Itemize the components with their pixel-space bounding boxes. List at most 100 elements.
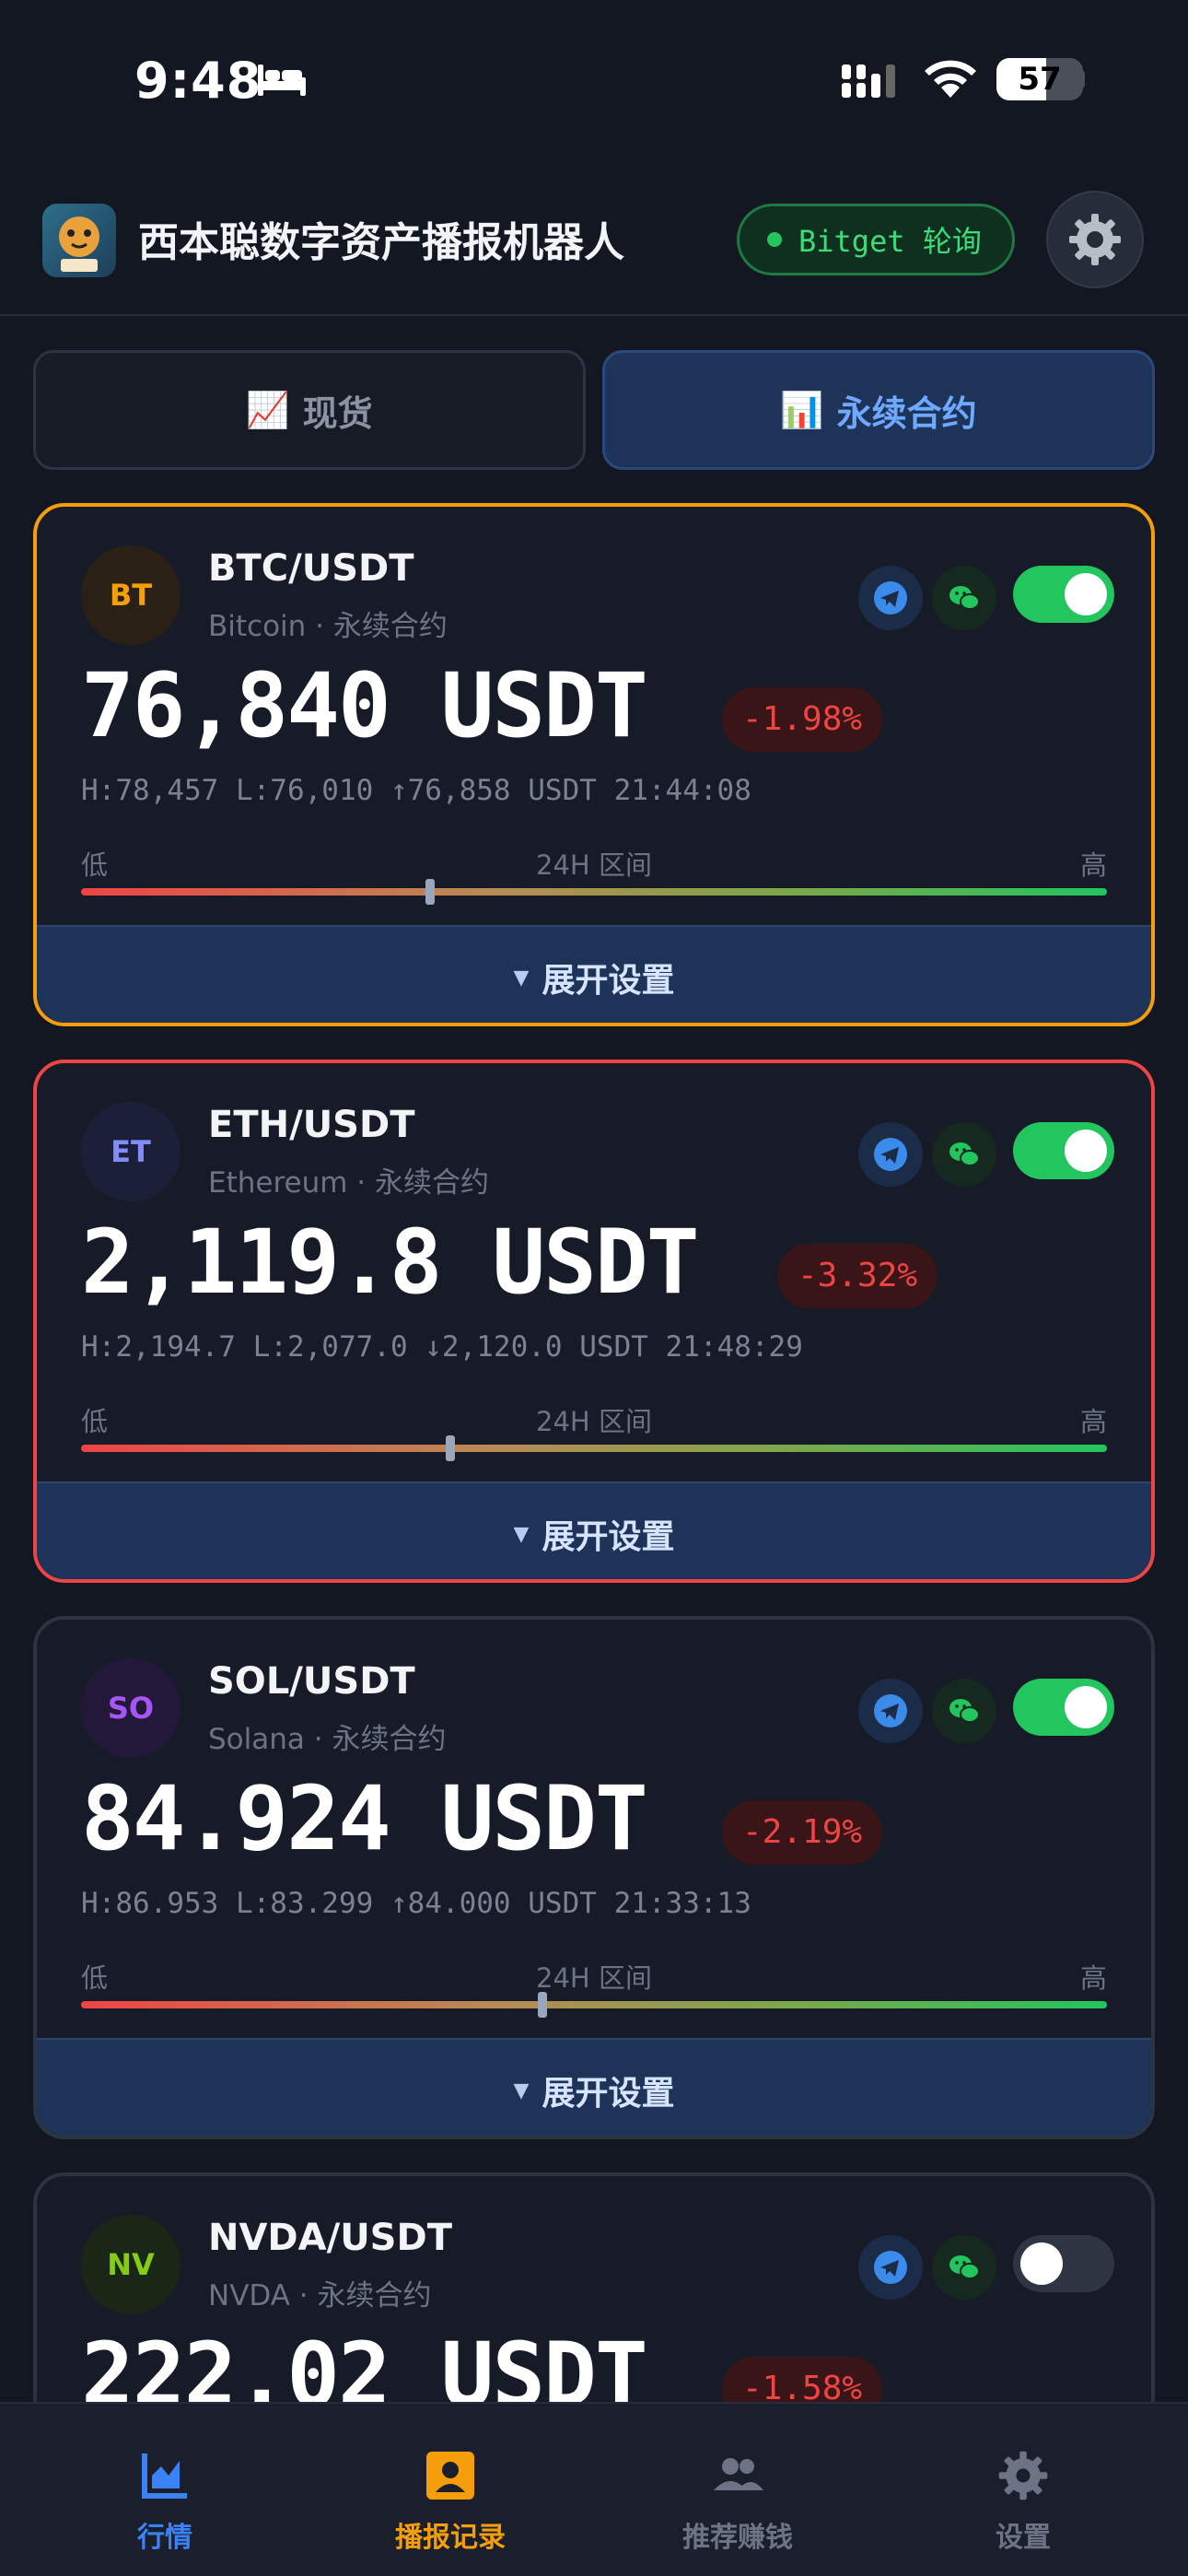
enable-toggle[interactable] bbox=[1013, 2235, 1114, 2292]
sleep-focus-icon bbox=[258, 64, 306, 96]
enable-toggle[interactable] bbox=[1013, 566, 1114, 623]
nav-broadcast-log[interactable]: 播报记录 bbox=[335, 2404, 565, 2576]
range-marker bbox=[425, 879, 435, 905]
coin-icon: SO bbox=[81, 1658, 181, 1758]
telegram-icon[interactable] bbox=[858, 2235, 923, 2300]
change-badge: -2.19% bbox=[722, 1800, 883, 1865]
range-title: 24H 区间 bbox=[536, 1406, 652, 1437]
enable-toggle[interactable] bbox=[1013, 1679, 1114, 1736]
bar-chart-icon: 📊 bbox=[780, 389, 824, 430]
toggle-knob bbox=[1065, 1686, 1107, 1728]
price: 76,840 USDT bbox=[81, 654, 648, 757]
battery-indicator: 57 bbox=[996, 58, 1083, 100]
range-bar bbox=[81, 1445, 1107, 1452]
pair-subtitle: Bitcoin · 永续合约 bbox=[208, 610, 448, 643]
price: 2,119.8 USDT bbox=[81, 1211, 700, 1314]
battery-cap bbox=[1077, 70, 1085, 88]
battery-percentage: 57 bbox=[1018, 61, 1062, 98]
nav-label: 设置 bbox=[996, 2522, 1051, 2554]
wechat-icon[interactable] bbox=[932, 1679, 996, 1743]
pair-name: NVDA/USDT bbox=[208, 2217, 452, 2259]
tab-label: 现货 bbox=[302, 392, 373, 434]
telegram-icon[interactable] bbox=[858, 566, 923, 630]
toggle-knob bbox=[1065, 1130, 1107, 1172]
pair-name: SOL/USDT bbox=[208, 1660, 415, 1703]
triangle-down-icon: ▼ bbox=[513, 1522, 530, 1546]
wechat-icon[interactable] bbox=[932, 566, 996, 630]
wifi-icon bbox=[925, 60, 976, 98]
gear-icon bbox=[1069, 214, 1121, 265]
ticker-card-sol[interactable]: SO SOL/USDT Solana · 永续合约 84.924 USDT -2… bbox=[33, 1616, 1155, 2139]
coin-icon: ET bbox=[81, 1102, 181, 1201]
nav-label: 播报记录 bbox=[395, 2522, 506, 2554]
price-stats: H:2,194.7 L:2,077.0 ↓2,120.0 USDT 21:48:… bbox=[81, 1330, 803, 1364]
expand-label: 展开设置 bbox=[542, 2075, 675, 2113]
bottom-nav: 行情 播报记录 推荐赚钱 设置 bbox=[0, 2402, 1188, 2576]
telegram-glyph-icon bbox=[874, 1138, 907, 1171]
telegram-glyph-icon bbox=[874, 1694, 907, 1727]
expand-settings-button[interactable]: ▼ 展开设置 bbox=[37, 2038, 1151, 2136]
badge-label: Bitget 轮询 bbox=[798, 224, 982, 259]
price-stats: H:78,457 L:76,010 ↑76,858 USDT 21:44:08 bbox=[81, 774, 751, 807]
range-high-label: 高 bbox=[1079, 849, 1107, 881]
nav-label: 行情 bbox=[137, 2522, 192, 2554]
telegram-glyph-icon bbox=[874, 2251, 907, 2284]
nav-market[interactable]: 行情 bbox=[50, 2404, 280, 2576]
telegram-icon[interactable] bbox=[858, 1122, 923, 1187]
coin-icon: BT bbox=[81, 545, 181, 645]
change-badge: -3.32% bbox=[777, 1244, 938, 1308]
chart-icon bbox=[142, 2453, 187, 2499]
tab-label: 永续合约 bbox=[836, 392, 977, 434]
tab-spot[interactable]: 📈 现货 bbox=[33, 350, 586, 470]
range-marker bbox=[538, 1992, 548, 2018]
range-marker bbox=[446, 1435, 456, 1461]
status-bar: 9:48 57 bbox=[0, 0, 1188, 161]
triangle-down-icon: ▼ bbox=[513, 966, 530, 989]
expand-settings-button[interactable]: ▼ 展开设置 bbox=[37, 925, 1151, 1023]
gear-icon bbox=[998, 2451, 1048, 2500]
wechat-glyph-icon bbox=[949, 1142, 980, 1166]
live-dot-icon bbox=[767, 232, 782, 247]
people-icon bbox=[714, 2458, 763, 2490]
triangle-down-icon: ▼ bbox=[513, 2078, 530, 2102]
ticker-card-eth[interactable]: ET ETH/USDT Ethereum · 永续合约 2,119.8 USDT… bbox=[33, 1060, 1155, 1583]
tab-perpetual[interactable]: 📊 永续合约 bbox=[602, 350, 1155, 470]
price: 84.924 USDT bbox=[81, 1767, 648, 1870]
nav-label: 推荐赚钱 bbox=[682, 2522, 793, 2554]
expand-label: 展开设置 bbox=[542, 1518, 675, 1556]
wechat-glyph-icon bbox=[949, 1699, 980, 1723]
enable-toggle[interactable] bbox=[1013, 1122, 1114, 1179]
nav-settings[interactable]: 设置 bbox=[908, 2404, 1138, 2576]
header-settings-button[interactable] bbox=[1046, 191, 1144, 288]
pair-name: ETH/USDT bbox=[208, 1104, 415, 1146]
chart-up-icon: 📈 bbox=[246, 389, 290, 430]
range-bar bbox=[81, 888, 1107, 896]
pair-name: BTC/USDT bbox=[208, 547, 414, 590]
pair-subtitle: Ethereum · 永续合约 bbox=[208, 1166, 490, 1200]
pair-subtitle: Solana · 永续合约 bbox=[208, 1723, 447, 1756]
ticker-card-btc[interactable]: BT BTC/USDT Bitcoin · 永续合约 76,840 USDT -… bbox=[33, 503, 1155, 1026]
telegram-icon[interactable] bbox=[858, 1679, 923, 1743]
toggle-knob bbox=[1065, 573, 1107, 615]
status-time: 9:48 bbox=[134, 52, 262, 110]
range-high-label: 高 bbox=[1079, 1406, 1107, 1437]
ticker-card-nvda[interactable]: NV NVDA/USDT NVDA · 永续合约 222.02 USDT -1.… bbox=[33, 2172, 1155, 2439]
nav-referral[interactable]: 推荐赚钱 bbox=[623, 2404, 853, 2576]
app-header: 西本聪数字资产播报机器人 Bitget 轮询 bbox=[0, 161, 1188, 316]
bitget-polling-badge[interactable]: Bitget 轮询 bbox=[737, 204, 1015, 275]
price-stats: H:86.953 L:83.299 ↑84.000 USDT 21:33:13 bbox=[81, 1887, 751, 1920]
range-bar bbox=[81, 2001, 1107, 2008]
toggle-knob bbox=[1020, 2242, 1063, 2285]
change-badge: -1.98% bbox=[722, 687, 883, 752]
expand-label: 展开设置 bbox=[542, 962, 675, 1000]
range-title: 24H 区间 bbox=[536, 849, 652, 881]
range-high-label: 高 bbox=[1079, 1962, 1107, 1994]
pair-subtitle: NVDA · 永续合约 bbox=[208, 2279, 432, 2313]
telegram-glyph-icon bbox=[874, 581, 907, 615]
expand-settings-button[interactable]: ▼ 展开设置 bbox=[37, 1481, 1151, 1579]
wechat-icon[interactable] bbox=[932, 1122, 996, 1187]
range-title: 24H 区间 bbox=[536, 1962, 652, 1994]
wechat-glyph-icon bbox=[949, 586, 980, 610]
wechat-icon[interactable] bbox=[932, 2235, 996, 2300]
app-logo bbox=[42, 204, 116, 277]
